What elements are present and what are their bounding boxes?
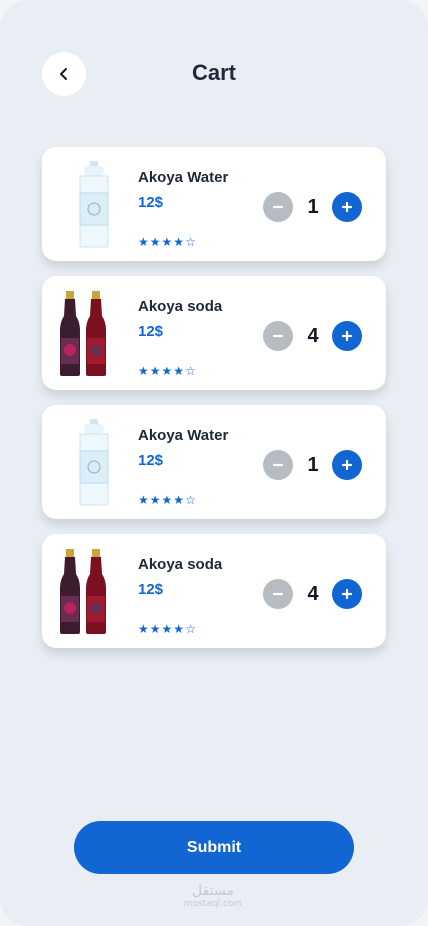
watermark: مستقل mostaql.com [183, 882, 243, 909]
star-filled-icon: ★ [173, 493, 185, 507]
star-filled-icon: ★ [161, 493, 173, 507]
quantity-value: 1 [307, 196, 319, 218]
star-filled-icon: ★ [149, 364, 161, 378]
star-filled-icon: ★ [138, 493, 149, 507]
product-price: 12$ [138, 323, 164, 340]
star-outline-icon: ☆ [185, 235, 196, 249]
star-filled-icon: ★ [161, 622, 173, 636]
star-filled-icon: ★ [138, 622, 149, 636]
increase-quantity-button[interactable] [332, 579, 362, 609]
product-name: Akoya soda [138, 298, 223, 315]
decrease-quantity-button[interactable] [263, 321, 293, 351]
decrease-quantity-button[interactable] [263, 450, 293, 480]
star-filled-icon: ★ [149, 622, 161, 636]
rating-stars: ★ ★ ★ ★ ☆ [138, 494, 196, 506]
product-name: Akoya Water [138, 427, 229, 444]
rating-stars: ★ ★ ★ ★ ☆ [138, 236, 196, 248]
star-filled-icon: ★ [138, 364, 149, 378]
star-filled-icon: ★ [149, 493, 161, 507]
plus-icon [341, 330, 353, 342]
cart-item: Akoya Water 12$ ★ ★ ★ ★ ☆ 1 [42, 405, 386, 519]
star-filled-icon: ★ [161, 364, 173, 378]
product-image [54, 417, 134, 507]
product-name: Akoya Water [138, 169, 229, 186]
cart-item: Akoya soda 12$ ★ ★ ★ ★ ☆ 4 [42, 276, 386, 390]
increase-quantity-button[interactable] [332, 321, 362, 351]
star-filled-icon: ★ [173, 364, 185, 378]
cart-item: Akoya soda 12$ ★ ★ ★ ★ ☆ 4 [42, 534, 386, 648]
cart-screen: Cart Akoya Water 12$ ★ ★ ★ ★ ☆ 1 Akoya s… [0, 0, 428, 926]
star-filled-icon: ★ [149, 235, 161, 249]
increase-quantity-button[interactable] [332, 192, 362, 222]
product-price: 12$ [138, 194, 164, 211]
page-title: Cart [191, 60, 236, 85]
plus-icon [341, 459, 353, 471]
quantity-value: 4 [307, 325, 319, 347]
star-filled-icon: ★ [173, 235, 185, 249]
minus-icon [272, 592, 284, 596]
watermark-arabic: مستقل [192, 882, 234, 899]
star-outline-icon: ☆ [185, 493, 196, 507]
star-outline-icon: ☆ [185, 364, 196, 378]
increase-quantity-button[interactable] [332, 450, 362, 480]
rating-stars: ★ ★ ★ ★ ☆ [138, 365, 196, 377]
plus-icon [341, 588, 353, 600]
product-price: 12$ [138, 581, 164, 598]
product-image [54, 159, 134, 249]
product-name: Akoya soda [138, 556, 223, 573]
minus-icon [272, 463, 284, 467]
decrease-quantity-button[interactable] [263, 192, 293, 222]
star-filled-icon: ★ [138, 235, 149, 249]
cart-item: Akoya Water 12$ ★ ★ ★ ★ ☆ 1 [42, 147, 386, 261]
minus-icon [272, 205, 284, 209]
minus-icon [272, 334, 284, 338]
star-filled-icon: ★ [173, 622, 185, 636]
decrease-quantity-button[interactable] [263, 579, 293, 609]
star-filled-icon: ★ [161, 235, 173, 249]
quantity-value: 4 [307, 583, 319, 605]
product-image [54, 546, 134, 636]
plus-icon [341, 201, 353, 213]
star-outline-icon: ☆ [185, 622, 196, 636]
quantity-value: 1 [307, 454, 319, 476]
rating-stars: ★ ★ ★ ★ ☆ [138, 623, 196, 635]
watermark-latin: mostaql.com [183, 898, 243, 909]
product-image [54, 288, 134, 378]
product-price: 12$ [138, 452, 164, 469]
submit-button[interactable]: Submit [74, 821, 354, 874]
